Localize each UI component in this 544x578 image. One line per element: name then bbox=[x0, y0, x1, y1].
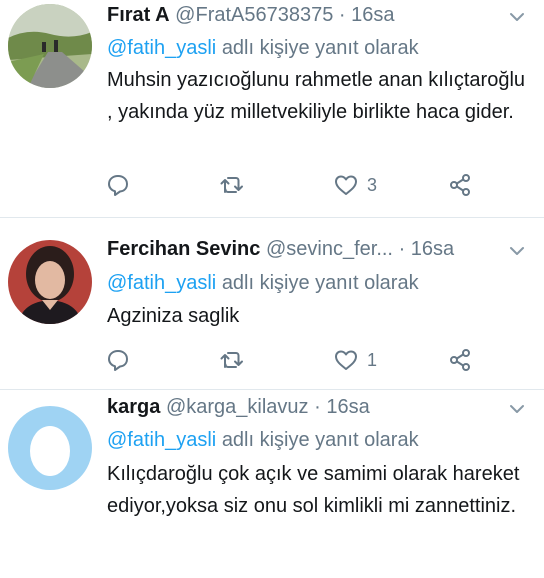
retweet-button[interactable] bbox=[219, 170, 245, 200]
user-handle[interactable]: @sevinc_fer... bbox=[266, 238, 393, 260]
timestamp[interactable]: 16sa bbox=[411, 238, 454, 260]
tweet[interactable]: Fercihan Sevinc @sevinc_fer... · 16sa @f… bbox=[0, 218, 544, 390]
tweet[interactable]: karga @karga_kilavuz · 16sa @fatih_yasli… bbox=[0, 390, 544, 578]
chevron-down-icon[interactable] bbox=[508, 242, 526, 260]
display-name[interactable]: Fırat A bbox=[107, 4, 170, 26]
heart-icon bbox=[335, 175, 357, 195]
user-handle[interactable]: @FratA56738375 bbox=[175, 4, 333, 26]
avatar[interactable] bbox=[8, 240, 92, 324]
tweet-text: Muhsin yazıcıoğlunu rahmetle anan kılıçt… bbox=[107, 69, 526, 123]
mention-link[interactable]: @fatih_yasli bbox=[107, 429, 216, 451]
share-icon bbox=[450, 349, 470, 371]
tweet-text: Kılıçdaroğlu çok açık ve samimi olarak h… bbox=[107, 463, 520, 517]
like-button[interactable]: 1 bbox=[333, 345, 377, 375]
chevron-down-icon[interactable] bbox=[508, 400, 526, 418]
reply-context-text: adlı kişiye yanıt olarak bbox=[221, 429, 419, 451]
avatar[interactable] bbox=[8, 406, 92, 490]
display-name[interactable]: karga bbox=[107, 396, 160, 418]
share-button[interactable] bbox=[447, 170, 473, 200]
avatar[interactable] bbox=[8, 4, 92, 88]
reply-icon bbox=[108, 350, 128, 371]
mention-link[interactable]: @fatih_yasli bbox=[107, 37, 216, 59]
share-button[interactable] bbox=[447, 345, 473, 375]
separator-dot: · bbox=[314, 396, 321, 418]
mention-link[interactable]: @fatih_yasli bbox=[107, 272, 216, 294]
heart-icon bbox=[335, 350, 357, 370]
user-handle[interactable]: @karga_kilavuz bbox=[166, 396, 309, 418]
reply-context: @fatih_yasli adlı kişiye yanıt olarak bbox=[107, 425, 524, 455]
separator-dot: · bbox=[338, 4, 346, 26]
retweet-button[interactable] bbox=[219, 345, 245, 375]
retweet-icon bbox=[220, 177, 243, 193]
like-button[interactable]: 3 bbox=[333, 170, 377, 200]
timestamp[interactable]: 16sa bbox=[326, 396, 369, 418]
reply-icon bbox=[108, 175, 128, 196]
tweet-header: Fercihan Sevinc @sevinc_fer... · 16sa bbox=[107, 234, 496, 264]
reply-context-text: adlı kişiye yanıt olarak bbox=[221, 37, 419, 59]
tweet-actions: 3 bbox=[0, 170, 544, 200]
reply-context-text: adlı kişiye yanıt olarak bbox=[221, 272, 419, 294]
like-count: 1 bbox=[367, 349, 378, 370]
chevron-down-icon[interactable] bbox=[508, 8, 526, 26]
tweet-header: karga @karga_kilavuz · 16sa bbox=[107, 392, 496, 422]
reply-context: @fatih_yasli adlı kişiye yanıt olarak bbox=[107, 33, 524, 63]
timestamp[interactable]: 16sa bbox=[351, 4, 394, 26]
like-count: 3 bbox=[367, 174, 378, 195]
tweet-header: Fırat A @FratA56738375 · 16sa bbox=[107, 0, 496, 30]
reply-context: @fatih_yasli adlı kişiye yanıt olarak bbox=[107, 268, 524, 298]
tweet-text: Agziniza saglik bbox=[107, 305, 240, 327]
reply-button[interactable] bbox=[105, 345, 131, 375]
retweet-icon bbox=[220, 352, 243, 368]
display-name[interactable]: Fercihan Sevinc bbox=[107, 238, 260, 260]
tweet[interactable]: Fırat A @FratA56738375 · 16sa @fatih_yas… bbox=[0, 0, 544, 218]
tweet-actions: 1 bbox=[0, 345, 544, 375]
separator-dot: · bbox=[398, 238, 406, 260]
reply-button[interactable] bbox=[105, 170, 131, 200]
share-icon bbox=[450, 174, 470, 196]
